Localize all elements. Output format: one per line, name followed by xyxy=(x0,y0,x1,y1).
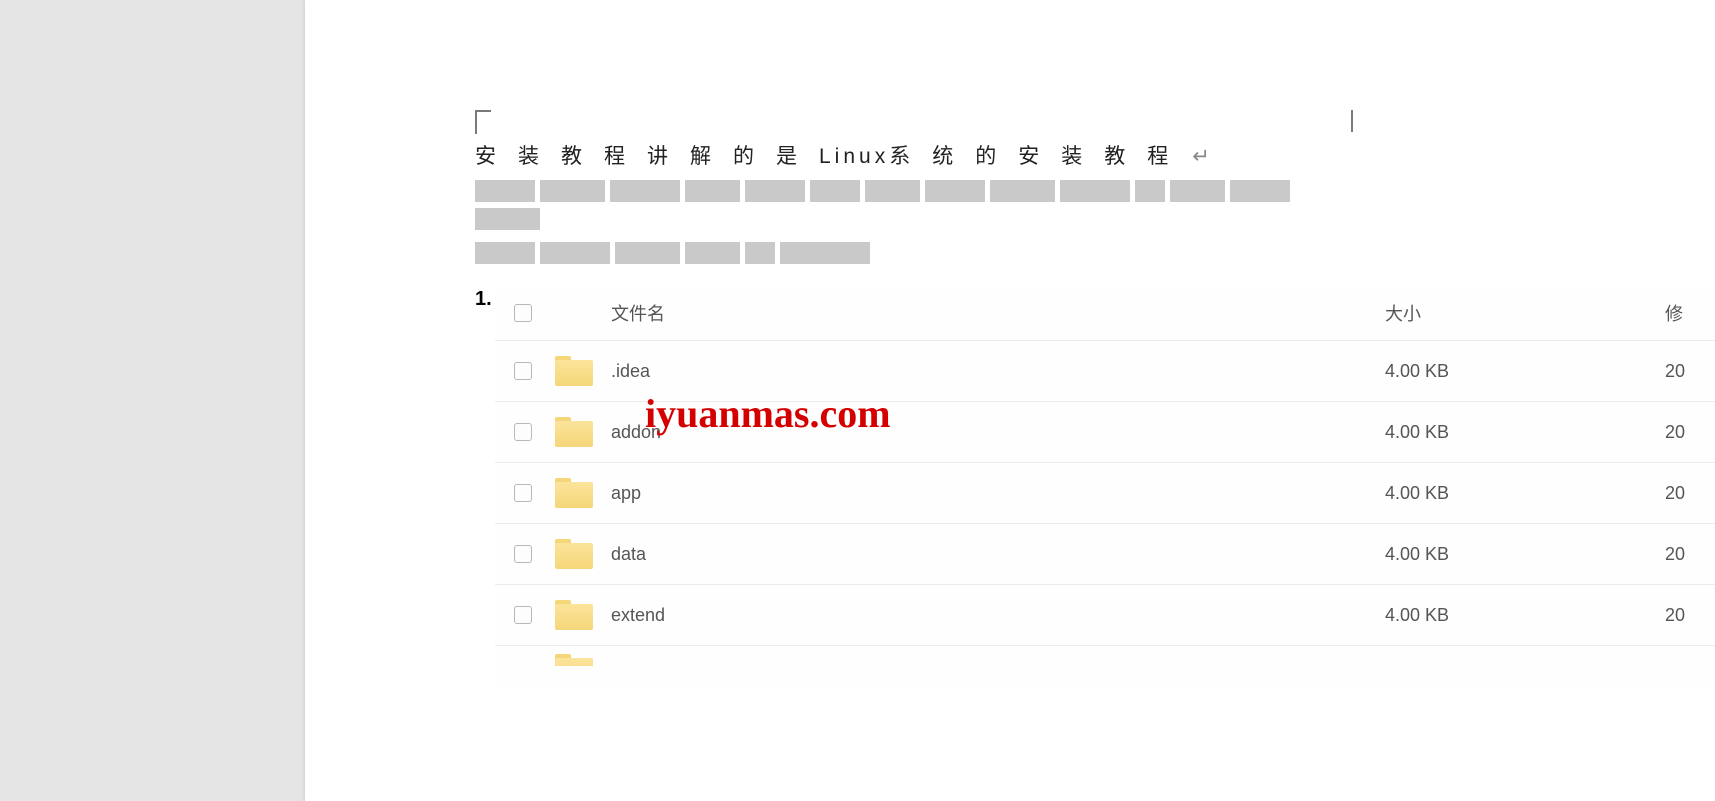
row-modified: 20 xyxy=(1665,605,1715,626)
redacted-block xyxy=(685,242,740,264)
row-filename[interactable]: .idea xyxy=(611,361,1385,382)
intro-linux: Linux xyxy=(819,145,889,168)
row-checkbox-cell xyxy=(495,646,551,658)
row-size: 4.00 KB xyxy=(1385,422,1665,443)
folder-icon xyxy=(555,417,593,447)
folder-icon xyxy=(555,539,593,569)
redacted-block xyxy=(745,242,775,264)
header-modified[interactable]: 修 xyxy=(1665,300,1715,326)
redacted-text xyxy=(475,180,1345,264)
table-header: 文件名 大小 修 xyxy=(495,285,1715,341)
select-all-checkbox[interactable] xyxy=(514,304,532,322)
table-row[interactable]: app4.00 KB20 xyxy=(495,463,1715,524)
row-checkbox-cell xyxy=(495,545,551,563)
ruler-marker-left xyxy=(475,110,491,134)
redacted-block xyxy=(865,180,920,202)
file-table: 文件名 大小 修 .idea4.00 KB20addon4.00 KB20app… xyxy=(495,285,1715,686)
redacted-block xyxy=(615,242,680,264)
folder-icon xyxy=(555,600,593,630)
intro-part2: 系统的安装教程 xyxy=(889,145,1190,168)
row-modified: 20 xyxy=(1665,544,1715,565)
table-row[interactable]: .idea4.00 KB20 xyxy=(495,341,1715,402)
row-checkbox[interactable] xyxy=(514,423,532,441)
row-size: 4.00 KB xyxy=(1385,483,1665,504)
header-size[interactable]: 大小 xyxy=(1385,300,1665,326)
ruler-marker-right xyxy=(1351,110,1355,132)
redacted-block xyxy=(610,180,680,202)
row-filename[interactable]: extend xyxy=(611,605,1385,626)
row-checkbox-cell xyxy=(495,606,551,624)
header-name[interactable]: 文件名 xyxy=(611,300,1385,326)
row-icon-cell xyxy=(551,646,611,666)
row-filename[interactable]: app xyxy=(611,483,1385,504)
redacted-block xyxy=(1170,180,1225,202)
redacted-block xyxy=(475,180,535,202)
row-icon-cell xyxy=(551,417,611,447)
row-size: 4.00 KB xyxy=(1385,361,1665,382)
row-checkbox-cell xyxy=(495,484,551,502)
row-checkbox[interactable] xyxy=(514,606,532,624)
row-modified: 20 xyxy=(1665,483,1715,504)
row-icon-cell xyxy=(551,356,611,386)
return-mark: ↵ xyxy=(1192,145,1232,168)
redacted-block xyxy=(925,180,985,202)
row-modified: 20 xyxy=(1665,361,1715,382)
table-row-partial[interactable] xyxy=(495,646,1715,686)
row-checkbox[interactable] xyxy=(514,362,532,380)
redacted-block xyxy=(1060,180,1130,202)
row-icon-cell xyxy=(551,600,611,630)
row-checkbox[interactable] xyxy=(514,484,532,502)
redacted-block xyxy=(685,180,740,202)
row-filename[interactable]: addon xyxy=(611,422,1385,443)
intro-text: 安装教程讲解的是Linux系统的安装教程↵ xyxy=(475,140,1675,170)
intro-part1: 安装教程讲解的是 xyxy=(475,145,819,168)
table-row[interactable]: data4.00 KB20 xyxy=(495,524,1715,585)
table-row[interactable]: addon4.00 KB20 xyxy=(495,402,1715,463)
redacted-block xyxy=(475,242,535,264)
table-row[interactable]: extend4.00 KB20 xyxy=(495,585,1715,646)
row-icon-cell xyxy=(551,478,611,508)
folder-icon xyxy=(555,478,593,508)
header-checkbox-cell xyxy=(495,304,551,322)
row-checkbox-cell xyxy=(495,362,551,380)
folder-icon xyxy=(555,356,593,386)
document-page: 安装教程讲解的是Linux系统的安装教程↵ 1. 将源码放到 wwwroot 目… xyxy=(305,0,1715,801)
table-body: .idea4.00 KB20addon4.00 KB20app4.00 KB20… xyxy=(495,341,1715,646)
redacted-block xyxy=(475,208,540,230)
row-checkbox-cell xyxy=(495,423,551,441)
row-icon-cell xyxy=(551,539,611,569)
folder-icon xyxy=(555,654,593,666)
redacted-block xyxy=(990,180,1055,202)
redacted-block xyxy=(745,180,805,202)
row-filename[interactable]: data xyxy=(611,544,1385,565)
redacted-block xyxy=(1135,180,1165,202)
redacted-block xyxy=(780,242,870,264)
redacted-block xyxy=(540,242,610,264)
redacted-block xyxy=(1230,180,1290,202)
row-modified: 20 xyxy=(1665,422,1715,443)
redacted-block xyxy=(540,180,605,202)
row-size: 4.00 KB xyxy=(1385,544,1665,565)
redacted-block xyxy=(810,180,860,202)
row-checkbox[interactable] xyxy=(514,545,532,563)
row-size: 4.00 KB xyxy=(1385,605,1665,626)
